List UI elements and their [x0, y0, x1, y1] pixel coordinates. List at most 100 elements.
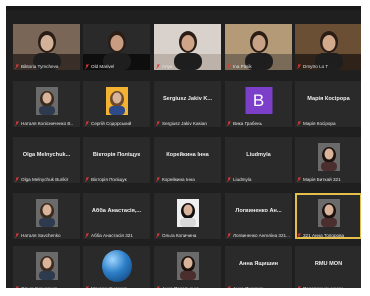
participant-tile[interactable]: Абба Анастасія,... Абба Анастасія 321 [83, 193, 150, 239]
muted-mic-icon [15, 64, 19, 69]
participant-tile[interactable]: Ina Pitsik [225, 24, 292, 70]
participant-caption: Максим Лысенко [85, 286, 148, 288]
participant-tile[interactable]: Анна Ящишин Анна Ящишин [225, 246, 292, 288]
participant-caption: Марія Биткай 321 [297, 177, 360, 182]
participant-tile[interactable]: Наталя Savchenko [13, 193, 80, 239]
participant-tile[interactable]: Ольга Копичина [154, 193, 221, 239]
participant-tile[interactable]: Old Marivel [83, 24, 150, 70]
participant-caption: Марія Косірора [297, 121, 360, 126]
muted-mic-icon [227, 64, 231, 69]
participant-tile[interactable]: Анна Пасельська [154, 246, 221, 288]
muted-mic-icon [297, 121, 301, 126]
participant-tile[interactable]: Логвиненко Ан... Логвиненко Ангеліна 321.… [225, 193, 292, 239]
participant-avatar-orb [101, 250, 132, 282]
participant-caption: Вика Грабень [227, 121, 290, 126]
participant-caption: Логвиненко Ангеліна 321... [227, 233, 290, 238]
participant-photo [35, 252, 58, 280]
participant-caption: Вiktoria Tymcheva [15, 64, 78, 69]
participant-label: Наталя Savchenko [21, 233, 61, 238]
muted-mic-icon [156, 64, 160, 69]
participant-tile[interactable]: Аnya [154, 24, 221, 70]
muted-mic-icon [15, 177, 19, 182]
participant-label: Абба Анастасія 321 [91, 233, 133, 238]
participant-caption: Анна Пасельська [156, 286, 219, 288]
participant-label: Анна Пасельська [162, 286, 199, 288]
participant-caption: Наталя Savchenko [15, 233, 78, 238]
participant-caption: Анна Ящишин [227, 286, 290, 288]
participant-label: Подорожник знужу [303, 286, 343, 288]
participant-tile[interactable]: Liudmyla Liudmyla [225, 137, 292, 183]
participant-label: Логвиненко Ангеліна 321... [233, 233, 290, 238]
participant-tile[interactable]: Марія Биткай 321 [295, 137, 361, 183]
muted-mic-icon [15, 233, 19, 238]
participant-label: Olga Melnychuk Burikir [21, 177, 69, 182]
participant-caption: Аnya [156, 64, 219, 69]
participant-display-name: Анна Ящишин [238, 261, 279, 267]
participant-caption: Sergiusz Jakiv Kasian [156, 121, 219, 126]
participant-label: Максим Лысенко [91, 286, 127, 288]
muted-mic-icon [85, 64, 89, 69]
participant-tile[interactable]: Сергій Содорський [83, 81, 150, 127]
participant-photo [317, 199, 340, 227]
participant-avatar: B [245, 87, 272, 114]
participant-label: Марія Биткай 321 [303, 177, 341, 182]
participant-tile[interactable]: B Вика Грабень [225, 81, 292, 127]
participant-tile[interactable]: Марія Косірора Марія Косірора [295, 81, 361, 127]
participant-tile[interactable]: Sergiusz Jakiv K... Sergiusz Jakiv Kasian [154, 81, 221, 127]
participant-tile[interactable]: Olga Melnychuk... Olga Melnychuk Burikir [13, 137, 80, 183]
participant-tile[interactable]: Dmytro Lo T [295, 24, 361, 70]
muted-mic-icon [15, 121, 19, 126]
participant-display-name: Liudmyla [246, 152, 271, 158]
participant-tile[interactable]: Наталя Колісниченко В.. [13, 81, 80, 127]
participant-label: Корейкина Інна [162, 177, 195, 182]
muted-mic-icon [156, 233, 160, 238]
participant-label: 321 Анна Топорова [303, 233, 345, 238]
participant-label: Анна Ящишин [233, 286, 263, 288]
participant-photo [105, 87, 128, 115]
muted-mic-icon [85, 177, 89, 182]
participant-caption: Сергій Содорський [85, 121, 148, 126]
participant-photo [176, 252, 199, 280]
participant-tile[interactable]: Ольга Кузьменко [13, 246, 80, 288]
participant-photo-frame [35, 87, 58, 115]
participant-photo [35, 199, 58, 227]
muted-mic-icon [297, 177, 301, 182]
participant-label: Марія Косірора [303, 121, 336, 126]
participant-tile[interactable]: Вiktoria Tymcheva [13, 24, 80, 70]
window-top-edge [6, 6, 361, 10]
participant-caption: Ina Pitsik [227, 64, 290, 69]
participant-label: Вiktoria Tymcheva [21, 64, 59, 69]
muted-mic-icon [16, 286, 19, 288]
participant-tile[interactable]: Максим Лысенко [83, 246, 150, 288]
muted-mic-icon [157, 286, 160, 288]
participant-label: Ольга Кузьменко [21, 286, 57, 288]
participant-photo-frame [35, 199, 58, 227]
participant-label: Наталя Колісниченко В.. [21, 121, 74, 126]
participant-label: Dmytro Lo T [303, 64, 329, 69]
participant-label: Вікторія Поліщук [91, 177, 127, 182]
participant-label: Ina Pitsik [233, 64, 252, 69]
participant-label: Old Marivel [91, 64, 115, 69]
muted-mic-icon [228, 286, 231, 288]
muted-mic-icon [156, 121, 160, 126]
participant-display-name: Вікторія Поліщук [92, 152, 141, 158]
participant-label: Сергій Содорський [91, 121, 132, 126]
muted-mic-icon [297, 233, 301, 238]
participant-display-name: RMU MON [314, 261, 343, 267]
participant-photo-frame [35, 252, 58, 280]
participant-label: Ольга Копичина [162, 233, 197, 238]
participant-tile[interactable]: Вікторія Поліщук Вікторія Поліщук [83, 137, 150, 183]
participant-caption: Olga Melnychuk Burikir [15, 177, 78, 182]
participant-photo-frame [176, 199, 199, 227]
participant-tile[interactable]: 321 Анна Топорова [295, 193, 361, 239]
participant-tile[interactable]: Корейкина Інна Корейкина Інна [154, 137, 221, 183]
participant-caption: 321 Анна Топорова [297, 233, 360, 238]
participant-display-name: Логвиненко Ан... [235, 208, 282, 214]
video-call-window: Вiktoria Tymcheva Old Marivel Аnya Ina P… [6, 6, 361, 288]
participant-photo-frame [317, 143, 340, 171]
participant-caption: Корейкина Інна [156, 177, 219, 182]
participant-tile[interactable]: RMU MON Подорожник знужу [295, 246, 361, 288]
participant-photo [176, 199, 199, 227]
participant-photo-frame [176, 252, 199, 280]
participant-display-name: Корейкина Інна [166, 152, 209, 158]
